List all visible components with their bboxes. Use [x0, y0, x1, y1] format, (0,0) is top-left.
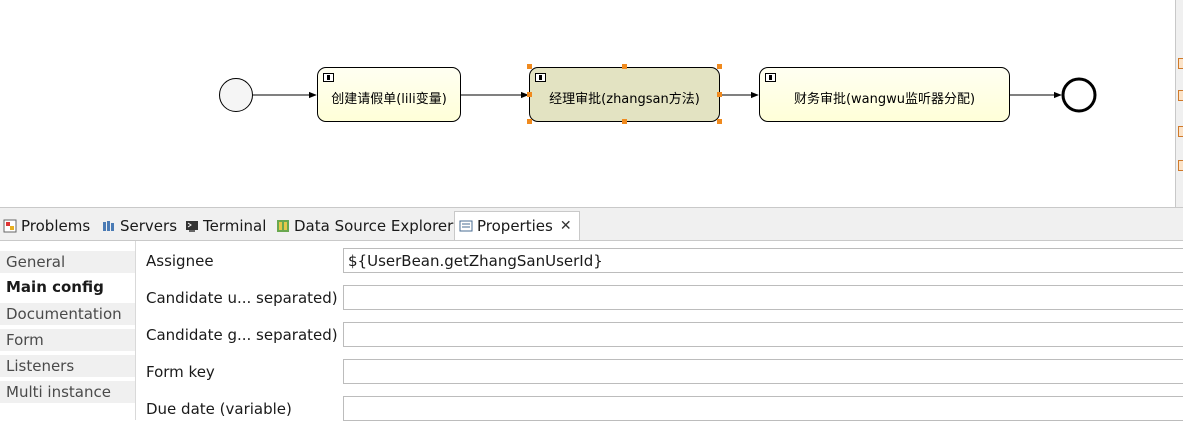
- section-divider: [135, 241, 136, 420]
- close-icon[interactable]: ✕: [560, 218, 572, 234]
- palette-marker-icon: [1178, 90, 1183, 101]
- due-date-field[interactable]: [343, 396, 1183, 421]
- section-listeners[interactable]: Listeners: [0, 355, 135, 379]
- end-event[interactable]: [1061, 77, 1097, 113]
- selection-handle[interactable]: [622, 64, 627, 69]
- selection-handle[interactable]: [717, 64, 722, 69]
- views-tab-bar: Problems Servers Terminal Data Source Ex…: [0, 207, 1183, 241]
- tab-label: Servers: [120, 216, 178, 235]
- user-task-create-leave[interactable]: 创建请假单(lili变量): [317, 67, 461, 122]
- tab-data-source-explorer[interactable]: Data Source Explorer: [276, 211, 453, 240]
- form-key-field[interactable]: [343, 359, 1183, 384]
- section-general[interactable]: General: [0, 251, 135, 275]
- form-key-label: Form key: [146, 363, 215, 381]
- tab-label: Data Source Explorer: [294, 216, 454, 235]
- data-source-icon: [276, 219, 290, 233]
- task-label: 创建请假单(lili变量): [331, 92, 447, 107]
- candidate-groups-label: Candidate g... separated): [146, 326, 338, 344]
- palette-marker-icon: [1178, 160, 1183, 171]
- palette-strip[interactable]: [1175, 0, 1183, 207]
- assignee-field[interactable]: [343, 248, 1183, 273]
- palette-marker-icon: [1178, 126, 1183, 137]
- due-date-label: Due date (variable): [146, 400, 292, 418]
- tab-terminal[interactable]: Terminal: [185, 211, 266, 240]
- section-documentation[interactable]: Documentation: [0, 303, 135, 327]
- user-task-manager-approval[interactable]: 经理审批(zhangsan方法): [529, 67, 720, 122]
- user-task-icon: [765, 73, 776, 82]
- user-task-icon: [535, 73, 546, 82]
- candidate-groups-field[interactable]: [343, 322, 1183, 347]
- servers-icon: [102, 219, 116, 233]
- tab-label: Terminal: [203, 216, 267, 235]
- selection-handle[interactable]: [717, 92, 722, 97]
- problems-icon: [3, 219, 17, 233]
- candidate-users-label: Candidate u... separated): [146, 289, 338, 307]
- tab-problems[interactable]: Problems: [3, 211, 90, 240]
- selection-handle[interactable]: [527, 119, 532, 124]
- properties-section-list: General Main config Documentation Form L…: [0, 241, 137, 420]
- user-task-finance-approval[interactable]: 财务审批(wangwu监听器分配): [759, 67, 1010, 122]
- task-label: 财务审批(wangwu监听器分配): [793, 92, 976, 107]
- section-multi-instance[interactable]: Multi instance: [0, 381, 135, 405]
- assignee-label: Assignee: [146, 252, 214, 270]
- selection-handle[interactable]: [622, 119, 627, 124]
- bpmn-diagram-canvas[interactable]: 创建请假单(lili变量) 经理审批(zhangsan方法) 财务审批(wang…: [0, 0, 1175, 207]
- tab-servers[interactable]: Servers: [102, 211, 177, 240]
- tab-label: Properties: [477, 217, 553, 235]
- task-label: 经理审批(zhangsan方法): [549, 92, 700, 107]
- section-main-config[interactable]: Main config: [0, 276, 135, 300]
- start-event[interactable]: [219, 78, 253, 112]
- tab-properties[interactable]: Properties ✕: [454, 211, 580, 240]
- selection-handle[interactable]: [527, 64, 532, 69]
- selection-handle[interactable]: [527, 92, 532, 97]
- candidate-users-field[interactable]: [343, 285, 1183, 310]
- palette-marker-icon: [1178, 58, 1183, 69]
- terminal-icon: [185, 219, 199, 233]
- properties-icon: [459, 219, 473, 233]
- tab-label: Problems: [21, 216, 91, 235]
- user-task-icon: [323, 73, 334, 82]
- selection-handle[interactable]: [717, 119, 722, 124]
- section-form[interactable]: Form: [0, 329, 135, 353]
